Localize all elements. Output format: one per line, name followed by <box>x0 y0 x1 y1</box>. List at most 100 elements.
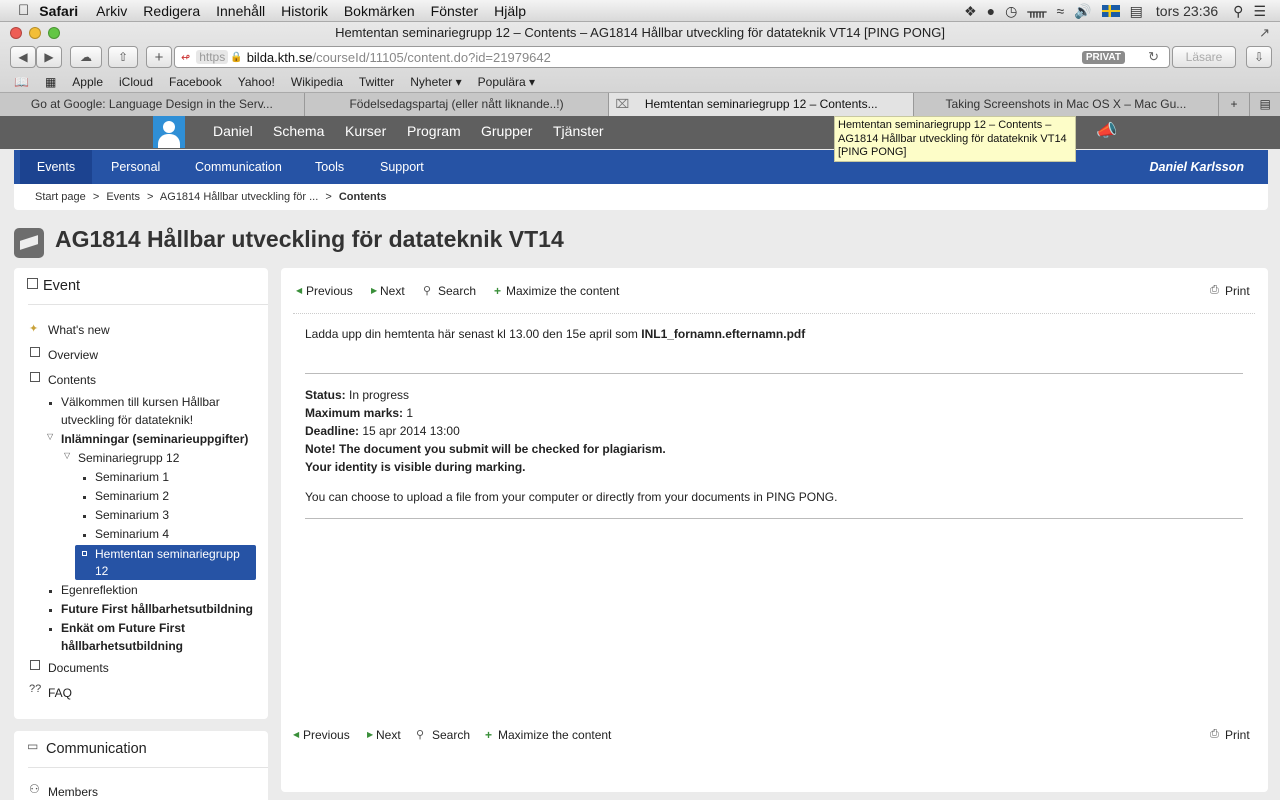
tree-item-seminarium-1[interactable]: Seminarium 1 <box>95 468 169 486</box>
menu-redigera[interactable]: Redigera <box>143 3 200 19</box>
tree-item-welcome-cont[interactable]: utveckling för datateknik! <box>61 411 193 429</box>
tree-item-inlamningar[interactable]: Inlämningar (seminarieuppgifter) <box>61 430 248 448</box>
tab-events[interactable]: Events <box>20 150 92 184</box>
bookmark-icloud[interactable]: iCloud <box>119 75 153 89</box>
tree-item-enkat[interactable]: Enkät om Future First <box>61 619 185 637</box>
tab-fodelsedagspartaj[interactable]: Födelsedagspartaj (eller nått liknande..… <box>305 93 610 116</box>
expand-triangle-icon[interactable]: ▽ <box>64 451 70 460</box>
address-bar[interactable]: ↫ https 🔒 bilda.kth.se /courseId/11105/c… <box>174 46 1170 68</box>
zoom-window-icon[interactable] <box>48 27 60 39</box>
maximize-link[interactable]: Maximize the content <box>506 284 619 298</box>
forward-button[interactable]: ▶ <box>36 46 62 68</box>
tree-item-hemtentan-selected[interactable]: Hemtentan seminariegrupp 12 <box>75 545 256 580</box>
nav-program[interactable]: Program <box>407 123 461 139</box>
tab-tools[interactable]: Tools <box>301 150 358 184</box>
breadcrumb-course[interactable]: AG1814 Hållbar utveckling för ... <box>160 191 318 203</box>
dropbox-icon[interactable]: ❖ <box>964 3 977 20</box>
next-link[interactable]: Next <box>376 728 401 742</box>
nav-tjanster[interactable]: Tjänster <box>553 123 604 139</box>
menu-bokmarken[interactable]: Bokmärken <box>344 3 415 19</box>
next-link[interactable]: Next <box>380 284 405 298</box>
logged-in-user[interactable]: Daniel Karlsson <box>1136 150 1258 184</box>
back-button[interactable]: ◀ <box>10 46 36 68</box>
notification-center-icon[interactable]: ☰ <box>1253 3 1266 20</box>
close-window-icon[interactable] <box>10 27 22 39</box>
bookmark-wikipedia[interactable]: Wikipedia <box>291 75 343 89</box>
menu-app-name[interactable]: Safari <box>39 3 78 19</box>
status-label: Status: <box>305 388 346 402</box>
sidebar-item-contents[interactable]: Contents <box>48 371 96 389</box>
sidebar-item-documents[interactable]: Documents <box>48 659 109 677</box>
sidebar-item-faq[interactable]: FAQ <box>48 684 72 702</box>
tab-go-at-google[interactable]: Go at Google: Language Design in the Ser… <box>0 93 305 116</box>
bookmark-facebook[interactable]: Facebook <box>169 75 222 89</box>
tree-item-enkat-cont[interactable]: hållbarhetsutbildning <box>61 637 183 655</box>
sidebar-item-members[interactable]: Members <box>48 783 98 800</box>
print-link[interactable]: Print <box>1225 728 1250 742</box>
swedish-flag-icon[interactable] <box>1101 5 1120 17</box>
tab-communication[interactable]: Communication <box>181 150 296 184</box>
fullscreen-icon[interactable]: ↗ <box>1259 25 1270 41</box>
tab-personal[interactable]: Personal <box>97 150 174 184</box>
downloads-icon[interactable]: ⇩ <box>1246 46 1272 68</box>
new-tab-button[interactable]: + <box>146 46 172 68</box>
reload-icon[interactable]: ↻ <box>1148 49 1159 65</box>
menu-hjalp[interactable]: Hjälp <box>494 3 526 19</box>
print-link[interactable]: Print <box>1225 284 1250 298</box>
sidebar-item-whats-new[interactable]: What's new <box>48 321 110 339</box>
tree-item-seminarium-4[interactable]: Seminarium 4 <box>95 525 169 543</box>
share-icon[interactable]: ⇧ <box>108 46 138 68</box>
menu-innehall[interactable]: Innehåll <box>216 3 265 19</box>
add-tab-button[interactable]: + <box>1219 93 1251 116</box>
bookmark-apple[interactable]: Apple <box>72 75 103 89</box>
apple-menu-icon[interactable]:  <box>18 2 29 19</box>
nav-schema[interactable]: Schema <box>273 123 324 139</box>
nav-grupper[interactable]: Grupper <box>481 123 532 139</box>
incognito-icon[interactable]: ● <box>987 3 995 19</box>
tree-item-welcome[interactable]: Välkommen till kursen Hållbar <box>61 393 220 411</box>
sidebar-item-overview[interactable]: Overview <box>48 346 98 364</box>
top-sites-icon[interactable]: ▦ <box>45 75 56 89</box>
avatar[interactable] <box>153 116 185 148</box>
volume-icon[interactable]: 🔊 <box>1074 3 1091 20</box>
maximize-link[interactable]: Maximize the content <box>498 728 611 742</box>
tree-item-egenreflektion[interactable]: Egenreflektion <box>61 581 138 599</box>
expand-triangle-icon[interactable]: ▽ <box>47 432 53 441</box>
nav-kurser[interactable]: Kurser <box>345 123 386 139</box>
bookmark-yahoo[interactable]: Yahoo! <box>238 75 275 89</box>
tree-item-seminarium-3[interactable]: Seminarium 3 <box>95 506 169 524</box>
bookmark-populara[interactable]: Populära ▾ <box>478 75 535 89</box>
megaphone-icon[interactable]: 📣 <box>1096 121 1117 141</box>
reading-list-icon[interactable]: 📖 <box>14 75 29 89</box>
minimize-window-icon[interactable] <box>29 27 41 39</box>
tree-item-seminariegrupp[interactable]: Seminariegrupp 12 <box>78 449 179 467</box>
bookmark-twitter[interactable]: Twitter <box>359 75 394 89</box>
tab-overview-icon[interactable]: ▤ <box>1250 93 1280 116</box>
upload-filename: INL1_fornamn.efternamn.pdf <box>641 327 806 341</box>
time-machine-icon[interactable]: ◷ <box>1005 3 1017 20</box>
search-link[interactable]: Search <box>432 728 470 742</box>
bluetooth-icon[interactable]: ᚅ <box>1027 3 1046 20</box>
tab-hemtentan[interactable]: ⌧ Hemtentan seminariegrupp 12 – Contents… <box>609 93 915 116</box>
breadcrumb-events[interactable]: Events <box>106 191 140 203</box>
tab-support[interactable]: Support <box>366 150 438 184</box>
tree-item-future-first[interactable]: Future First hållbarhetsutbildning <box>61 600 253 618</box>
tab-taking-screenshots[interactable]: Taking Screenshots in Mac OS X – Mac Gu.… <box>914 93 1219 116</box>
menu-fonster[interactable]: Fönster <box>431 3 478 19</box>
menu-arkiv[interactable]: Arkiv <box>96 3 127 19</box>
reader-button[interactable]: Läsare <box>1172 46 1236 68</box>
wifi-icon[interactable]: ≈ <box>1057 3 1065 19</box>
tree-item-seminarium-2[interactable]: Seminarium 2 <box>95 487 169 505</box>
clock[interactable]: tors 23:36 <box>1156 3 1218 19</box>
menu-historik[interactable]: Historik <box>281 3 328 19</box>
previous-link[interactable]: Previous <box>306 284 353 298</box>
battery-icon[interactable]: ▤ <box>1130 3 1143 20</box>
close-tab-icon[interactable]: ⌧ <box>615 93 629 116</box>
breadcrumb-start-page[interactable]: Start page <box>35 191 86 203</box>
bookmark-nyheter[interactable]: Nyheter ▾ <box>410 75 461 89</box>
icloud-tabs-icon[interactable]: ☁ <box>70 46 102 68</box>
search-link[interactable]: Search <box>438 284 476 298</box>
spotlight-search-icon[interactable]: ⚲ <box>1233 3 1243 20</box>
nav-user-daniel[interactable]: Daniel <box>213 123 253 139</box>
previous-link[interactable]: Previous <box>303 728 350 742</box>
